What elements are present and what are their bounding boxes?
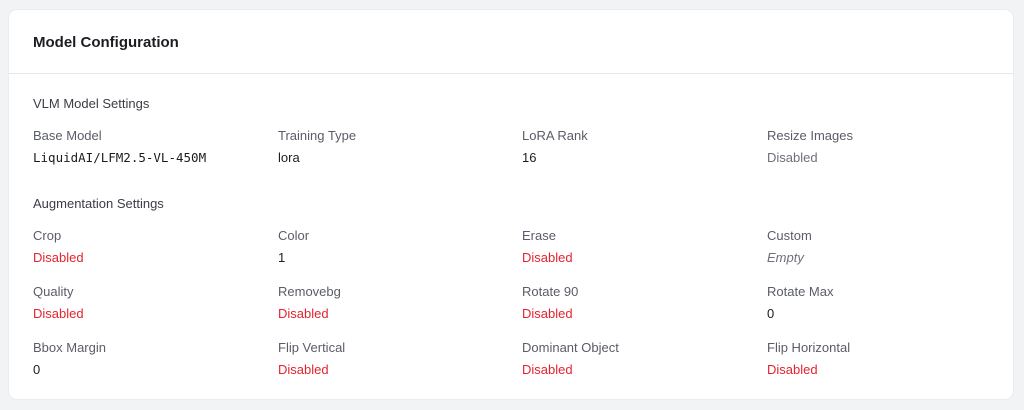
field-value: 1 bbox=[278, 250, 286, 265]
field-value: LiquidAI/LFM2.5-VL-450M bbox=[33, 150, 207, 165]
field-quality: Quality Disabled bbox=[33, 284, 253, 321]
field-resize-images: Resize Images Disabled bbox=[767, 128, 987, 165]
field-bbox-margin: Bbox Margin 0 bbox=[33, 340, 253, 377]
field-label: Removebg bbox=[278, 284, 341, 299]
field-label: Bbox Margin bbox=[33, 340, 106, 355]
field-label: Color bbox=[278, 228, 310, 243]
field-label: Flip Vertical bbox=[278, 340, 346, 355]
field-training-type: Training Type lora bbox=[278, 128, 498, 165]
field-removebg: Removebg Disabled bbox=[278, 284, 498, 321]
field-dominant-object: Dominant Object Disabled bbox=[522, 340, 742, 377]
field-value: Disabled bbox=[33, 306, 84, 321]
card-title: Model Configuration bbox=[33, 34, 179, 51]
field-rotate-90: Rotate 90 Disabled bbox=[522, 284, 742, 321]
field-label: Erase bbox=[522, 228, 556, 243]
field-crop: Crop Disabled bbox=[33, 228, 253, 265]
field-value: Disabled bbox=[278, 362, 329, 377]
field-value: 0 bbox=[767, 306, 775, 321]
field-label: Resize Images bbox=[767, 128, 853, 143]
field-base-model: Base Model LiquidAI/LFM2.5-VL-450M bbox=[33, 128, 253, 165]
field-rotate-max: Rotate Max 0 bbox=[767, 284, 987, 321]
field-value: 0 bbox=[33, 362, 41, 377]
field-value: Disabled bbox=[522, 306, 573, 321]
field-label: Crop bbox=[33, 228, 62, 243]
card-header: Model Configuration bbox=[9, 10, 1013, 74]
field-value: lora bbox=[278, 150, 300, 165]
field-label: LoRA Rank bbox=[522, 128, 588, 143]
field-label: Flip Horizontal bbox=[767, 340, 851, 355]
field-color: Color 1 bbox=[278, 228, 498, 265]
field-erase: Erase Disabled bbox=[522, 228, 742, 265]
field-value: Disabled bbox=[522, 362, 573, 377]
field-flip-vertical: Flip Vertical Disabled bbox=[278, 340, 498, 377]
field-label: Training Type bbox=[278, 128, 357, 143]
field-label: Base Model bbox=[33, 128, 102, 143]
field-value: Empty bbox=[767, 250, 804, 265]
field-label: Quality bbox=[33, 284, 74, 299]
field-value: Disabled bbox=[767, 362, 818, 377]
vlm-settings-heading: VLM Model Settings bbox=[33, 96, 150, 111]
field-lora-rank: LoRA Rank 16 bbox=[522, 128, 742, 165]
field-flip-horizontal: Flip Horizontal Disabled bbox=[767, 340, 987, 377]
field-value: Disabled bbox=[33, 250, 84, 265]
field-label: Rotate Max bbox=[767, 284, 834, 299]
field-value: 16 bbox=[522, 150, 537, 165]
field-value: Disabled bbox=[278, 306, 329, 321]
field-label: Custom bbox=[767, 228, 812, 243]
augmentation-settings-heading: Augmentation Settings bbox=[33, 196, 164, 211]
model-configuration-card: Model Configuration VLM Model Settings B… bbox=[9, 10, 1013, 399]
field-label: Rotate 90 bbox=[522, 284, 579, 299]
field-label: Dominant Object bbox=[522, 340, 619, 355]
field-value: Disabled bbox=[522, 250, 573, 265]
field-value: Disabled bbox=[767, 150, 818, 165]
field-custom: Custom Empty bbox=[767, 228, 987, 265]
